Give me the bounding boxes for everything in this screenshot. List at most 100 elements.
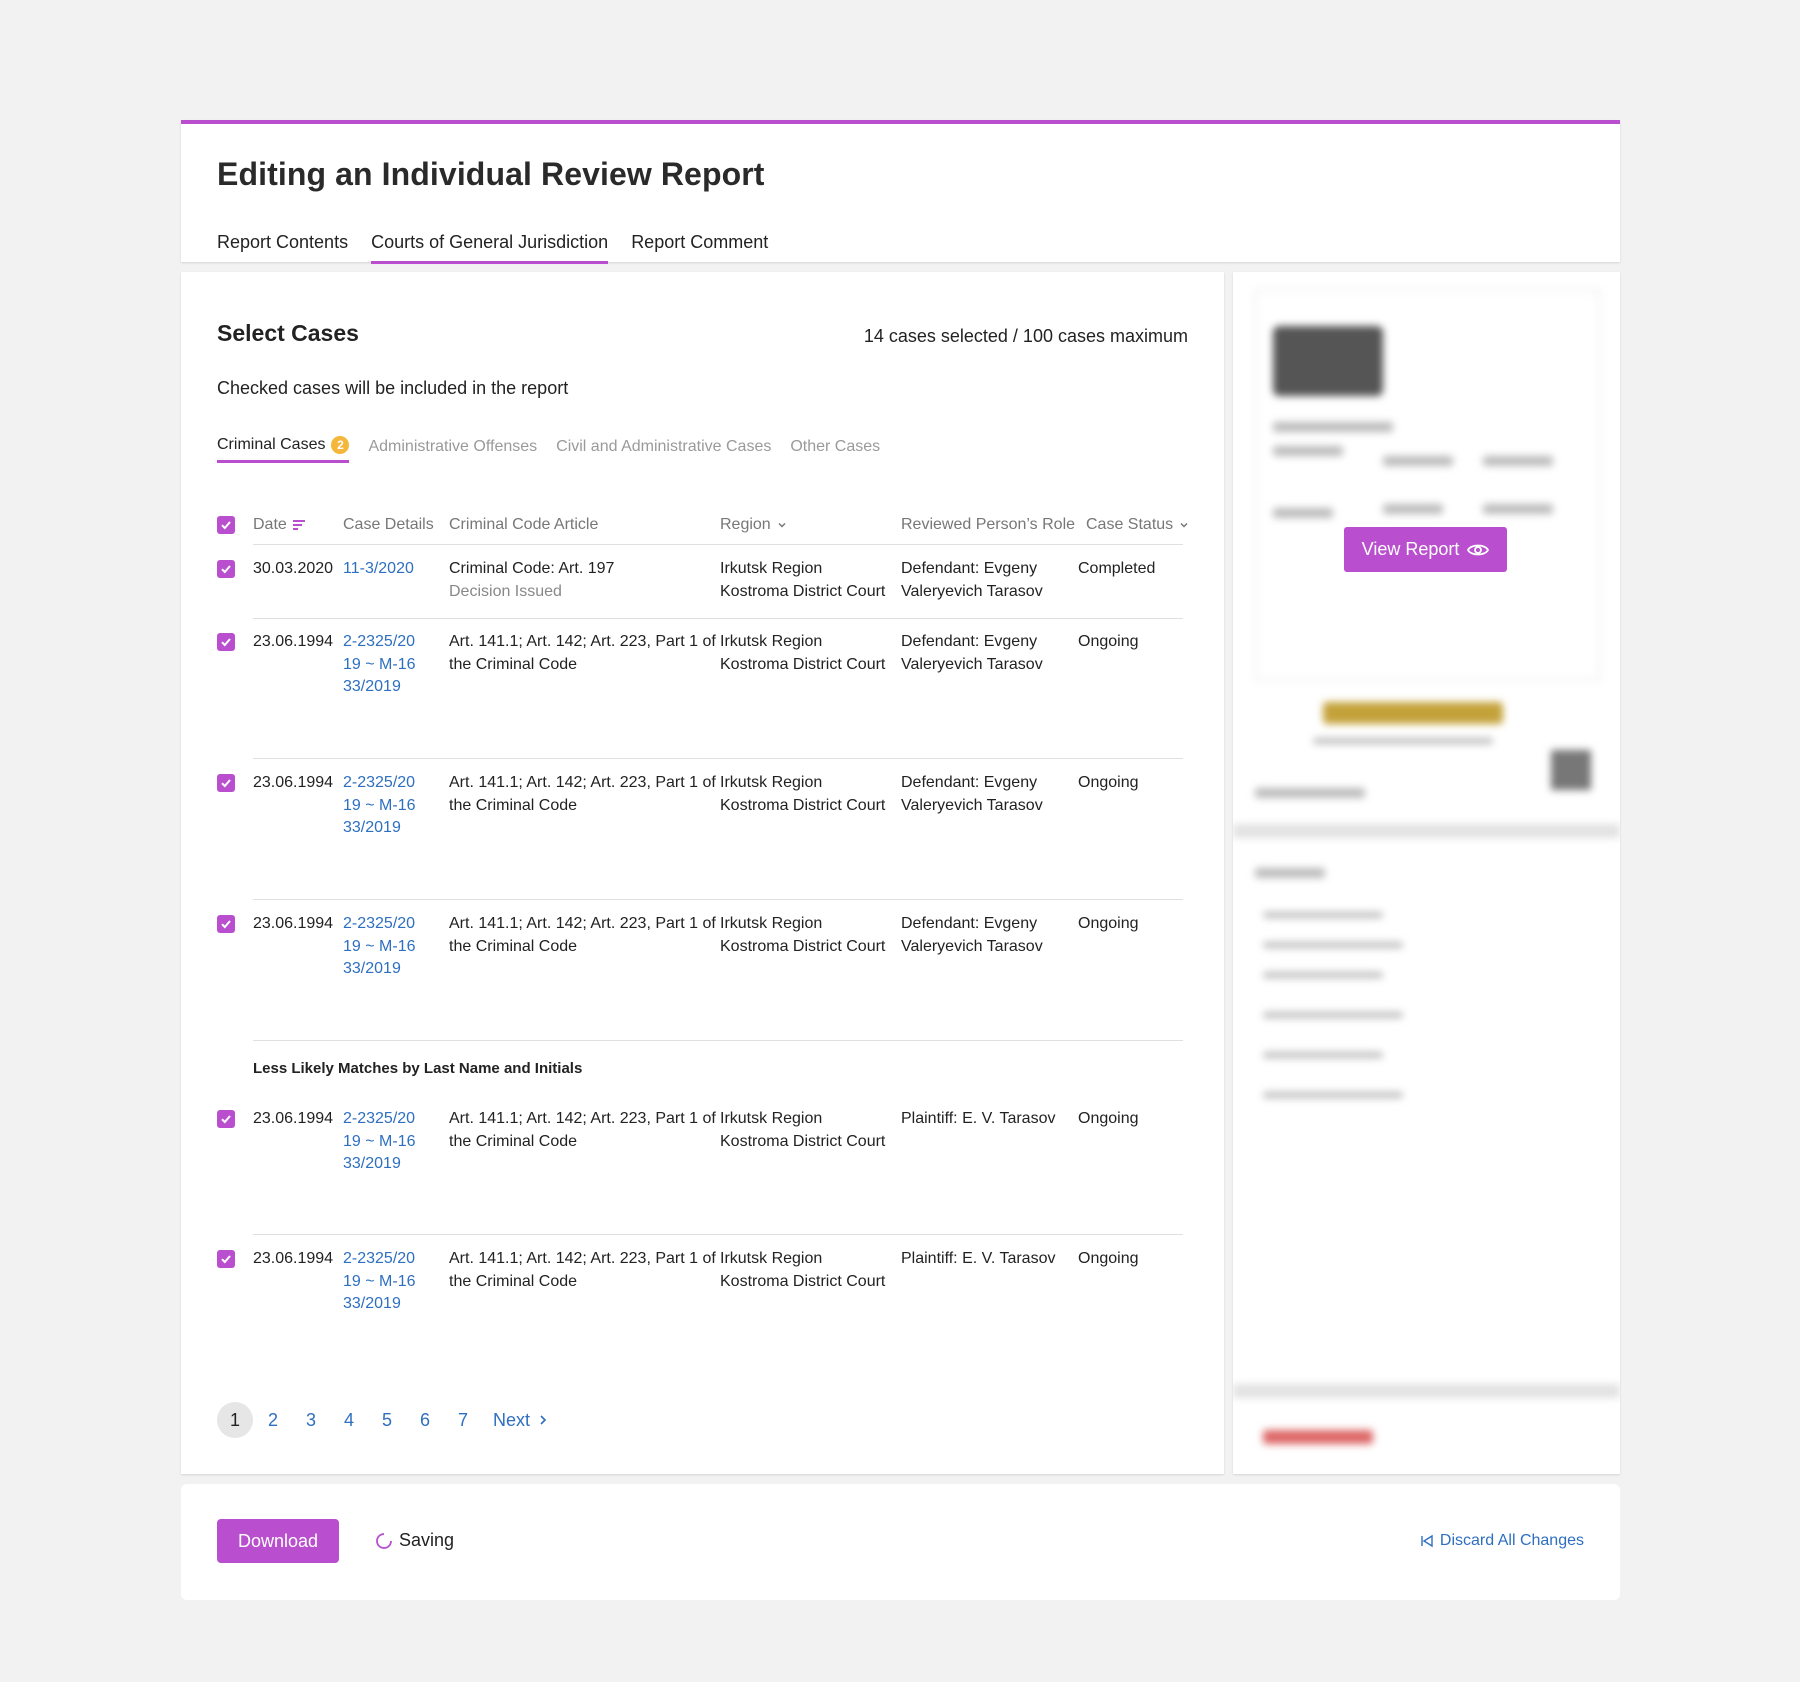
view-report-label: View Report <box>1361 539 1460 559</box>
section-title: Select Cases <box>217 320 359 346</box>
page-7[interactable]: 7 <box>445 1402 481 1438</box>
case-number-link[interactable]: 2-2325/2019 ~ M-1633/2019 <box>343 631 423 699</box>
case-region: Irkutsk Region Kostroma District Court <box>720 1108 900 1153</box>
column-article: Criminal Code Article <box>449 516 599 533</box>
tab-report-contents[interactable]: Report Contents <box>217 232 348 264</box>
pagination: 1 2 3 4 5 6 7 Next <box>217 1402 548 1438</box>
case-region: Irkutsk Region Kostroma District Court <box>720 1248 900 1293</box>
row-checkbox[interactable] <box>217 1110 235 1128</box>
case-region: Irkutsk Region Kostroma District Court <box>720 913 900 958</box>
column-region-label: Region <box>720 516 771 533</box>
case-date: 23.06.1994 <box>253 915 334 932</box>
case-status: Ongoing <box>1078 633 1139 650</box>
report-preview-panel: View Report <box>1233 272 1620 1474</box>
court-name: Kostroma District Court <box>720 937 886 955</box>
region-name: Irkutsk Region <box>720 915 823 932</box>
case-status: Completed <box>1078 560 1156 577</box>
row-checkbox[interactable] <box>217 774 235 792</box>
case-number-link[interactable]: 2-2325/2019 ~ M-1633/2019 <box>343 1248 423 1316</box>
person-role: Defendant: Evgeny Valeryevich Tarasov <box>901 915 1043 955</box>
chevron-right-icon <box>540 1415 547 1425</box>
tab-administrative-offenses[interactable]: Administrative Offenses <box>368 436 537 463</box>
column-region[interactable]: Region <box>720 516 787 534</box>
tab-report-comment[interactable]: Report Comment <box>631 232 768 264</box>
region-name: Irkutsk Region <box>720 774 823 791</box>
discard-label: Discard All Changes <box>1439 1532 1584 1549</box>
court-name: Kostroma District Court <box>720 1272 886 1290</box>
next-page-button[interactable]: Next <box>493 1410 548 1431</box>
region-name: Irkutsk Region <box>720 560 823 577</box>
check-icon <box>221 1255 231 1264</box>
check-icon <box>221 565 231 574</box>
divider <box>253 758 1183 759</box>
tab-criminal-cases[interactable]: Criminal Cases 2 <box>217 436 350 463</box>
case-article: Art. 141.1; Art. 142; Art. 223, Part 1 o… <box>449 1250 716 1290</box>
saving-label: Saving <box>399 1530 455 1550</box>
person-role: Defendant: Evgeny Valeryevich Tarasov <box>901 633 1043 673</box>
row-checkbox[interactable] <box>217 560 235 578</box>
page-title: Editing an Individual Review Report <box>217 156 765 192</box>
check-icon <box>221 1115 231 1124</box>
case-date: 23.06.1994 <box>253 633 334 650</box>
case-status: Ongoing <box>1078 1110 1139 1127</box>
person-role: Defendant: Evgeny Valeryevich Tarasov <box>901 774 1043 814</box>
case-number-link[interactable]: 2-2325/2019 ~ M-1633/2019 <box>343 1108 423 1176</box>
discard-changes-link[interactable]: Discard All Changes <box>1420 1532 1584 1550</box>
divider <box>253 618 1183 619</box>
article-text: Criminal Code: Art. 197 <box>449 560 615 577</box>
eye-icon <box>1467 544 1490 555</box>
court-name: Kostroma District Court <box>720 655 886 673</box>
region-name: Irkutsk Region <box>720 1110 823 1127</box>
top-tabs: Report Contents Courts of General Jurisd… <box>217 232 768 264</box>
column-date[interactable]: Date <box>253 516 305 534</box>
case-article: Art. 141.1; Art. 142; Art. 223, Part 1 o… <box>449 1110 716 1150</box>
page-4[interactable]: 4 <box>331 1402 367 1438</box>
case-number-link[interactable]: 2-2325/2019 ~ M-1633/2019 <box>343 772 423 840</box>
page-5[interactable]: 5 <box>369 1402 405 1438</box>
court-name: Kostroma District Court <box>720 796 886 814</box>
column-role: Reviewed Person’s Role <box>901 516 1076 533</box>
case-date: 23.06.1994 <box>253 774 334 791</box>
tab-courts-general-jurisdiction[interactable]: Courts of General Jurisdiction <box>371 232 609 264</box>
row-checkbox[interactable] <box>217 633 235 651</box>
region-name: Irkutsk Region <box>720 1250 823 1267</box>
page-1[interactable]: 1 <box>217 1402 253 1438</box>
case-region: Irkutsk Region Kostroma District Court <box>720 631 900 676</box>
case-status: Ongoing <box>1078 774 1139 791</box>
header-card: Editing an Individual Review Report Repo… <box>181 120 1620 264</box>
case-article: Art. 141.1; Art. 142; Art. 223, Part 1 o… <box>449 633 716 673</box>
case-status: Ongoing <box>1078 1250 1139 1267</box>
page-3[interactable]: 3 <box>293 1402 329 1438</box>
column-status[interactable]: Case Status <box>1086 516 1189 534</box>
page-2[interactable]: 2 <box>255 1402 291 1438</box>
court-name: Kostroma District Court <box>720 582 886 600</box>
footer-bar: Download Saving Discard All Changes <box>181 1484 1620 1600</box>
sort-icon <box>292 520 305 530</box>
article-status: Decision Issued <box>449 582 562 600</box>
divider <box>253 1040 1183 1041</box>
check-icon <box>221 521 231 530</box>
count-badge: 2 <box>331 436 350 454</box>
person-role: Plaintiff: E. V. Tarasov <box>901 1110 1056 1127</box>
page-6[interactable]: 6 <box>407 1402 443 1438</box>
section-subtitle: Checked cases will be included in the re… <box>217 378 569 398</box>
tab-other-cases[interactable]: Other Cases <box>790 436 880 463</box>
download-button[interactable]: Download <box>217 1519 339 1563</box>
case-date: 23.06.1994 <box>253 1250 334 1267</box>
row-checkbox[interactable] <box>217 915 235 933</box>
check-icon <box>221 779 231 788</box>
select-all-checkbox[interactable] <box>217 516 235 534</box>
saving-status: Saving <box>375 1530 454 1551</box>
case-number-link[interactable]: 2-2325/2019 ~ M-1633/2019 <box>343 913 423 981</box>
view-report-button[interactable]: View Report <box>1344 527 1507 572</box>
case-region: Irkutsk Region Kostroma District Court <box>720 772 900 817</box>
select-cases-panel: Select Cases 14 cases selected / 100 cas… <box>181 272 1224 1474</box>
case-number-link[interactable]: 11-3/2020 <box>343 558 423 581</box>
check-icon <box>221 920 231 929</box>
case-type-tabs: Criminal Cases 2 Administrative Offenses… <box>217 436 880 463</box>
row-checkbox[interactable] <box>217 1250 235 1268</box>
divider <box>253 1234 1183 1235</box>
tab-civil-administrative-cases[interactable]: Civil and Administrative Cases <box>556 436 771 463</box>
case-status: Ongoing <box>1078 915 1139 932</box>
case-date: 23.06.1994 <box>253 1110 334 1127</box>
